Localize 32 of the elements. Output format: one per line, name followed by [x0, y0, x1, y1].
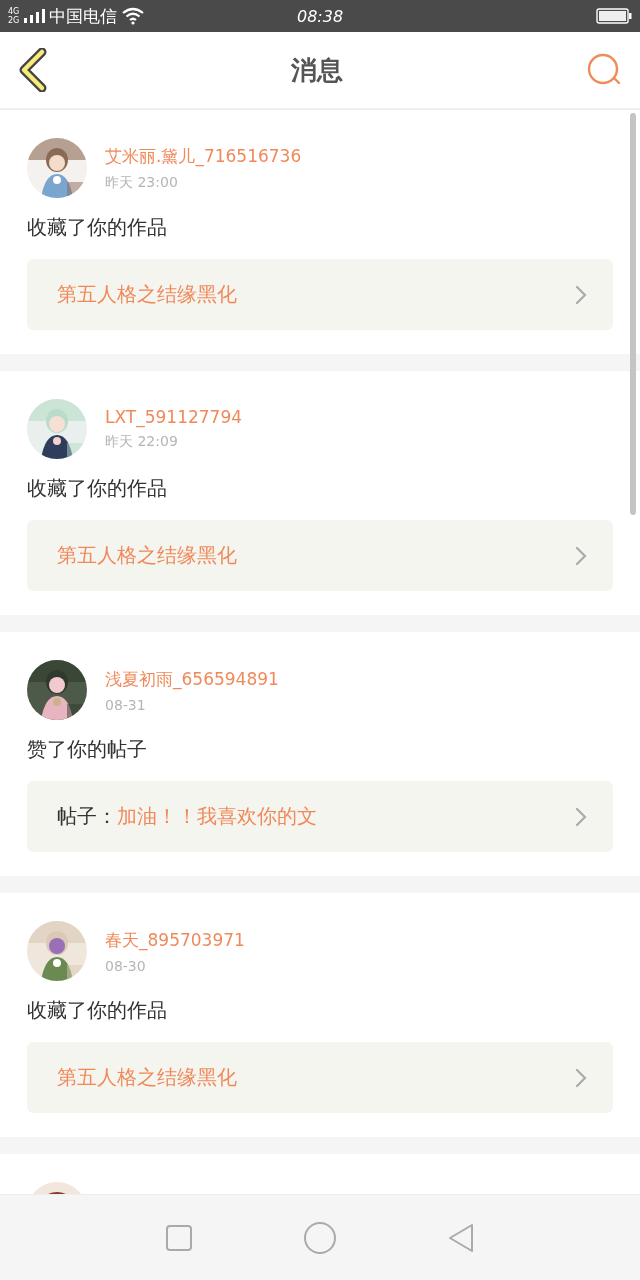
signal-icon [23, 8, 46, 24]
home-button[interactable] [303, 1220, 337, 1255]
timestamp: 08-30 [105, 957, 147, 974]
action-text: 收藏了你的作品 [27, 214, 168, 241]
work-link[interactable]: 第五人格之结缘黑化 [27, 1042, 613, 1113]
recent-apps-button[interactable] [165, 1223, 193, 1252]
work-link[interactable]: 第五人格之结缘黑化 [27, 520, 613, 591]
chevron-right-icon [575, 284, 587, 305]
chevron-right-icon [575, 806, 587, 827]
chevron-right-icon [575, 545, 587, 566]
action-text: 赞了你的帖子 [27, 736, 148, 763]
post-link[interactable]: 帖子：加油！！我喜欢你的文 [27, 781, 613, 852]
timestamp: 昨天 22:09 [105, 433, 179, 451]
back-nav-button[interactable] [447, 1221, 475, 1254]
back-button[interactable] [18, 48, 48, 92]
action-text: 收藏了你的作品 [27, 997, 168, 1024]
battery-icon [596, 8, 632, 24]
network-label: 2G [8, 16, 20, 25]
wifi-icon [121, 7, 146, 25]
page-title: 消息 [291, 53, 343, 87]
chevron-right-icon [575, 1067, 587, 1088]
carrier-name: 中国电信 [49, 4, 118, 28]
action-text: 收藏了你的作品 [27, 475, 168, 502]
username-link[interactable]: 艾米丽.黛儿_716516736 [105, 144, 302, 168]
timestamp: 08-31 [105, 696, 147, 713]
username-link[interactable]: LXT_591127794 [105, 407, 243, 427]
network-label: 4G [8, 7, 20, 16]
clock: 08:38 [296, 6, 344, 26]
timestamp: 昨天 23:00 [105, 173, 179, 192]
work-link[interactable]: 第五人格之结缘黑化 [27, 259, 613, 330]
username-link[interactable]: 浅夏初雨_656594891 [105, 667, 279, 691]
username-link[interactable]: 春天_895703971 [105, 928, 245, 952]
